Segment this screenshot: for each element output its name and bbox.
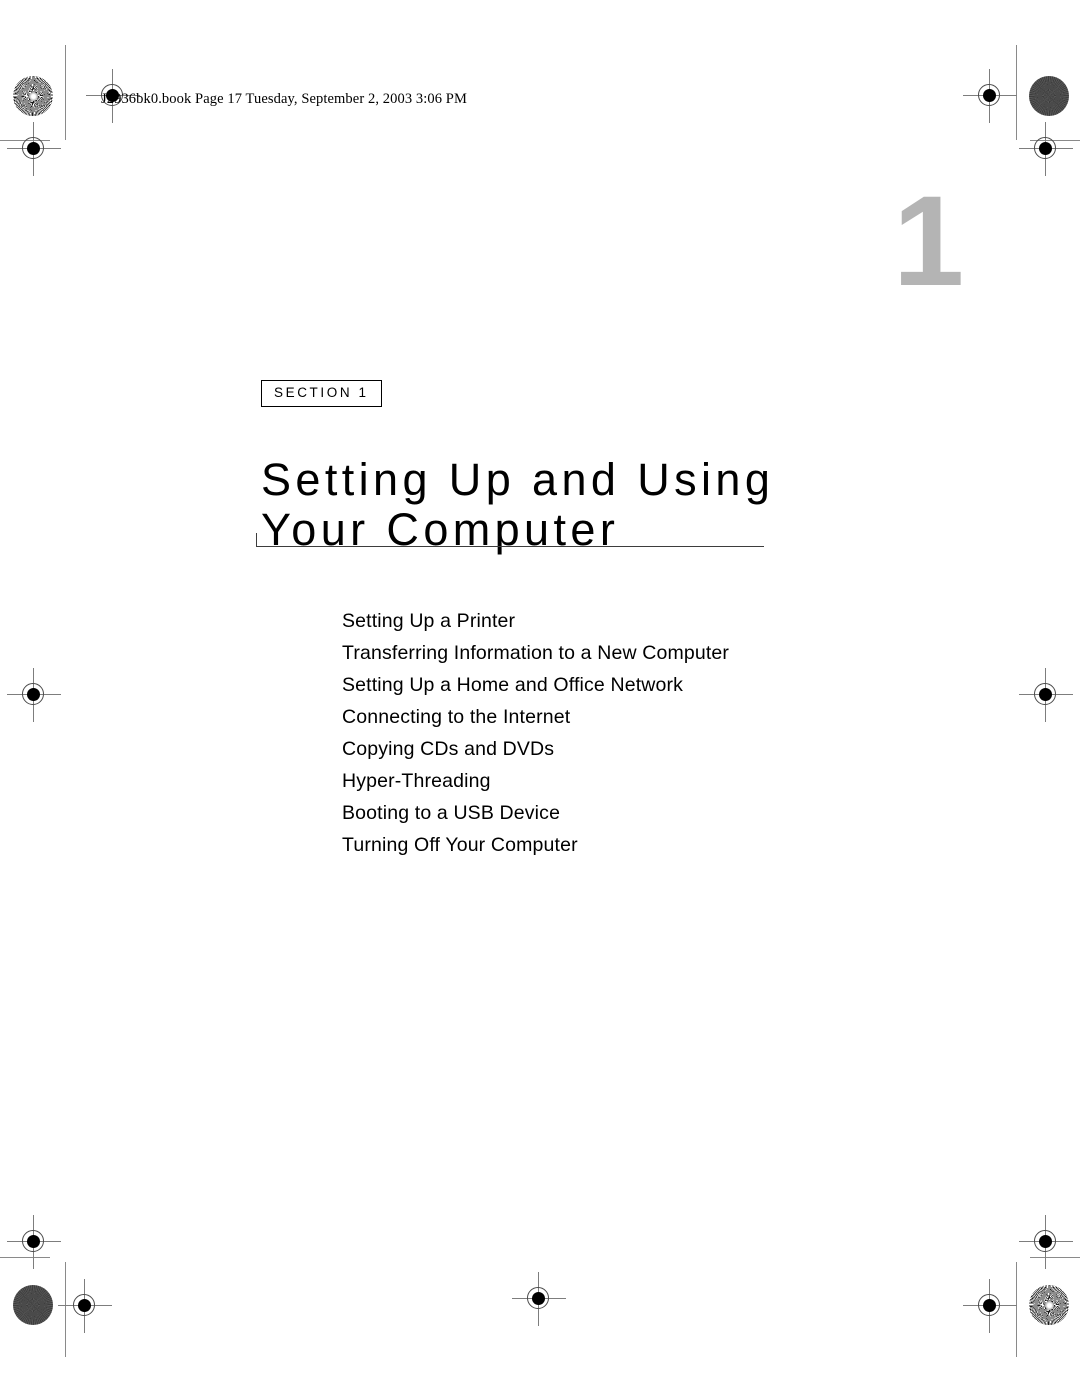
list-item: Setting Up a Printer — [342, 610, 516, 632]
registration-target-dot — [27, 142, 40, 155]
running-header: J2936bk0.book Page 17 Tuesday, September… — [101, 91, 467, 107]
list-item: Copying CDs and DVDs — [342, 738, 555, 760]
registration-target-bottom-left-inner — [58, 1279, 112, 1333]
title-rule — [256, 546, 764, 548]
registration-target-middle-left — [7, 668, 61, 722]
registration-target-bottom-right-outer — [1019, 1215, 1073, 1269]
registration-target-top-right-inner — [963, 69, 1017, 123]
list-item: Hyper-Threading — [342, 770, 491, 792]
starburst-registration-patch-top-left — [13, 76, 53, 116]
registration-target-bottom-right-inner — [963, 1279, 1017, 1333]
registration-target-dot — [532, 1292, 545, 1305]
list-item: Turning Off Your Computer — [342, 834, 578, 856]
registration-target-dot — [27, 688, 40, 701]
registration-target-top-left-outer — [7, 122, 61, 176]
registration-target-dot — [983, 1299, 996, 1312]
registration-target-dot — [78, 1299, 91, 1312]
chapter-contents-list: Setting Up a Printer Transferring Inform… — [342, 605, 729, 861]
page-title: Setting Up and Using Your Computer — [261, 454, 775, 555]
registration-target-top-right-outer — [1019, 122, 1073, 176]
registration-target-dot — [27, 1235, 40, 1248]
registration-target-dot — [1039, 1235, 1052, 1248]
list-item: Connecting to the Internet — [342, 706, 571, 728]
registration-target-bottom-center — [512, 1272, 566, 1326]
list-item: Setting Up a Home and Office Network — [342, 674, 684, 696]
document-page: J2936bk0.book Page 17 Tuesday, September… — [0, 0, 1080, 1397]
chapter-number: 1 — [893, 170, 965, 313]
section-badge: SECTION 1 — [261, 380, 382, 407]
solid-density-patch-bottom-left — [13, 1285, 53, 1325]
list-item: Booting to a USB Device — [342, 802, 561, 824]
registration-target-dot — [1039, 688, 1052, 701]
trim-line-left-top — [65, 45, 66, 140]
solid-density-patch-top-right — [1029, 76, 1069, 116]
title-rule-left-tick — [256, 533, 258, 547]
registration-target-dot — [1039, 142, 1052, 155]
registration-target-bottom-left-outer — [7, 1215, 61, 1269]
starburst-registration-patch-bottom-right — [1029, 1285, 1069, 1325]
list-item: Transferring Information to a New Comput… — [342, 642, 730, 664]
registration-target-dot — [983, 89, 996, 102]
registration-target-middle-right — [1019, 668, 1073, 722]
